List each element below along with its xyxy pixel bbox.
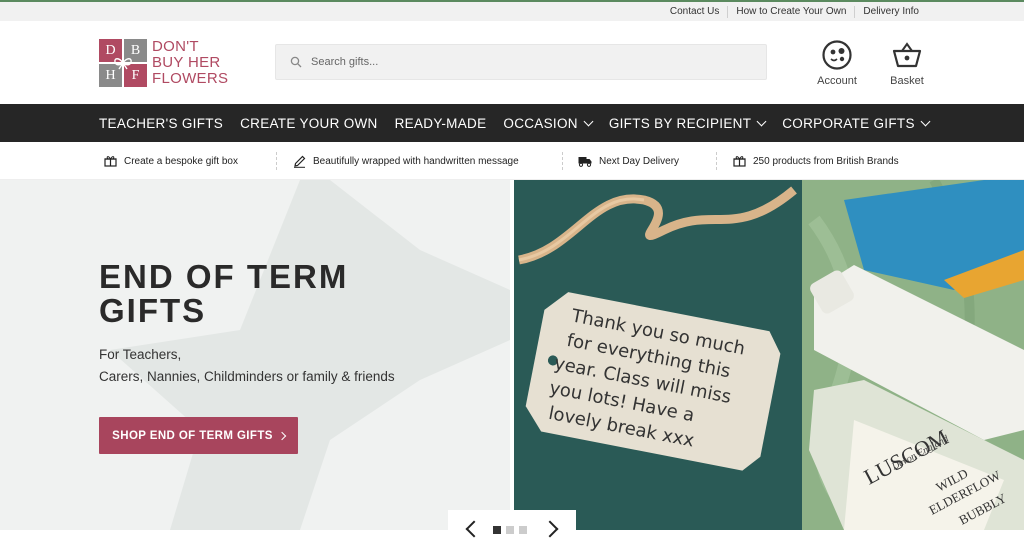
bow-icon — [114, 58, 132, 70]
hero-text-panel: END OF TERM GIFTS For Teachers, Carers, … — [0, 180, 510, 530]
usp-british-brands: 250 products from British Brands — [733, 142, 899, 180]
basket-label: Basket — [890, 75, 924, 87]
logo-mark: D B H F — [99, 39, 147, 87]
carousel-dot[interactable] — [519, 526, 527, 534]
logo-line-2: BUY HER — [152, 54, 221, 71]
hero-background-shape — [110, 180, 510, 530]
logo-line-1: DON'T — [152, 38, 199, 55]
usp-wrapped-message: Beautifully wrapped with handwritten mes… — [293, 142, 519, 180]
chevron-down-icon — [756, 116, 767, 126]
main-nav-list: TEACHER'S GIFTS CREATE YOUR OWN READY-MA… — [99, 104, 946, 142]
pen-icon — [294, 155, 306, 168]
gift-box-icon — [733, 156, 746, 167]
hero-banner: END OF TERM GIFTS For Teachers, Carers, … — [0, 180, 1024, 530]
hero-photo: LUSCOM Devon England WILD ELDERFLOW BUBB… — [514, 180, 1024, 530]
chevron-right-icon — [277, 431, 287, 440]
usp-next-day-delivery: Next Day Delivery — [578, 142, 679, 180]
chevron-left-icon[interactable] — [465, 520, 483, 538]
account-button[interactable]: Account — [807, 39, 867, 87]
usp-text: Create a bespoke gift box — [124, 155, 238, 167]
nav-teachers-gifts[interactable]: TEACHER'S GIFTS — [99, 116, 223, 131]
account-label: Account — [817, 75, 857, 87]
chevron-down-icon — [920, 116, 931, 126]
usp-bespoke-gift-box: Create a bespoke gift box — [104, 142, 238, 180]
nav-occasion[interactable]: OCCASION — [503, 115, 594, 131]
logo-line-3: FLOWERS — [152, 70, 229, 87]
chevron-down-icon — [583, 116, 594, 126]
nav-label: GIFTS BY RECIPIENT — [608, 115, 752, 131]
main-navigation: TEACHER'S GIFTS CREATE YOUR OWN READY-MA… — [0, 104, 1024, 142]
contact-us-link[interactable]: Contact Us — [662, 6, 727, 18]
nav-label: TEACHER'S GIFTS — [99, 115, 224, 131]
search-icon[interactable] — [290, 56, 302, 68]
nav-corporate-gifts[interactable]: CORPORATE GIFTS — [782, 115, 931, 131]
cta-label: SHOP END OF TERM GIFTS — [112, 429, 273, 442]
usp-divider — [716, 152, 717, 170]
carousel-dot[interactable] — [506, 526, 514, 534]
usp-bar: Create a bespoke gift box Beautifully wr… — [0, 142, 1024, 180]
basket-icon — [892, 42, 922, 68]
carousel-dots — [493, 526, 532, 534]
how-to-create-link[interactable]: How to Create Your Own — [727, 5, 854, 18]
nav-create-your-own[interactable]: CREATE YOUR OWN — [240, 116, 378, 131]
nav-ready-made[interactable]: READY-MADE — [395, 116, 487, 131]
hero-image: LUSCOM Devon England WILD ELDERFLOW BUBB… — [514, 180, 1024, 530]
logo-wordmark: DON'T BUY HER FLOWERS — [152, 39, 228, 87]
nav-label: READY-MADE — [394, 115, 487, 131]
delivery-info-link[interactable]: Delivery Info — [854, 5, 927, 18]
utility-bar: Contact Us How to Create Your Own Delive… — [0, 0, 1024, 21]
nav-gifts-by-recipient[interactable]: GIFTS BY RECIPIENT — [608, 115, 767, 131]
chevron-right-icon[interactable] — [541, 520, 559, 538]
usp-divider — [562, 152, 563, 170]
usp-text: Beautifully wrapped with handwritten mes… — [313, 155, 519, 167]
search-bar — [275, 44, 767, 80]
account-icon — [822, 40, 852, 70]
delivery-truck-icon — [578, 156, 592, 167]
site-logo[interactable]: D B H F DON'T BUY HER FLOWERS — [99, 39, 228, 87]
carousel-dot[interactable] — [493, 526, 501, 534]
nav-label: OCCASION — [503, 115, 578, 131]
usp-text: 250 products from British Brands — [753, 155, 899, 167]
site-header: D B H F DON'T BUY HER FLOWERS Search gif… — [0, 21, 1024, 104]
usp-divider — [276, 152, 277, 170]
search-input[interactable] — [311, 45, 751, 79]
nav-label: CORPORATE GIFTS — [782, 115, 915, 131]
shop-end-of-term-button[interactable]: SHOP END OF TERM GIFTS — [99, 417, 298, 454]
usp-text: Next Day Delivery — [599, 155, 680, 167]
carousel-controls — [448, 510, 576, 552]
utility-links: Contact Us How to Create Your Own Delive… — [662, 2, 927, 21]
hero-subtitle-line-2: Carers, Nannies, Childminders or family … — [99, 369, 395, 384]
nav-label: CREATE YOUR OWN — [240, 115, 378, 131]
hero-subtitle-line-1: For Teachers, — [99, 347, 182, 362]
basket-button[interactable]: Basket — [877, 39, 937, 87]
gift-box-icon — [104, 156, 117, 167]
hero-title: END OF TERM GIFTS — [99, 258, 349, 329]
